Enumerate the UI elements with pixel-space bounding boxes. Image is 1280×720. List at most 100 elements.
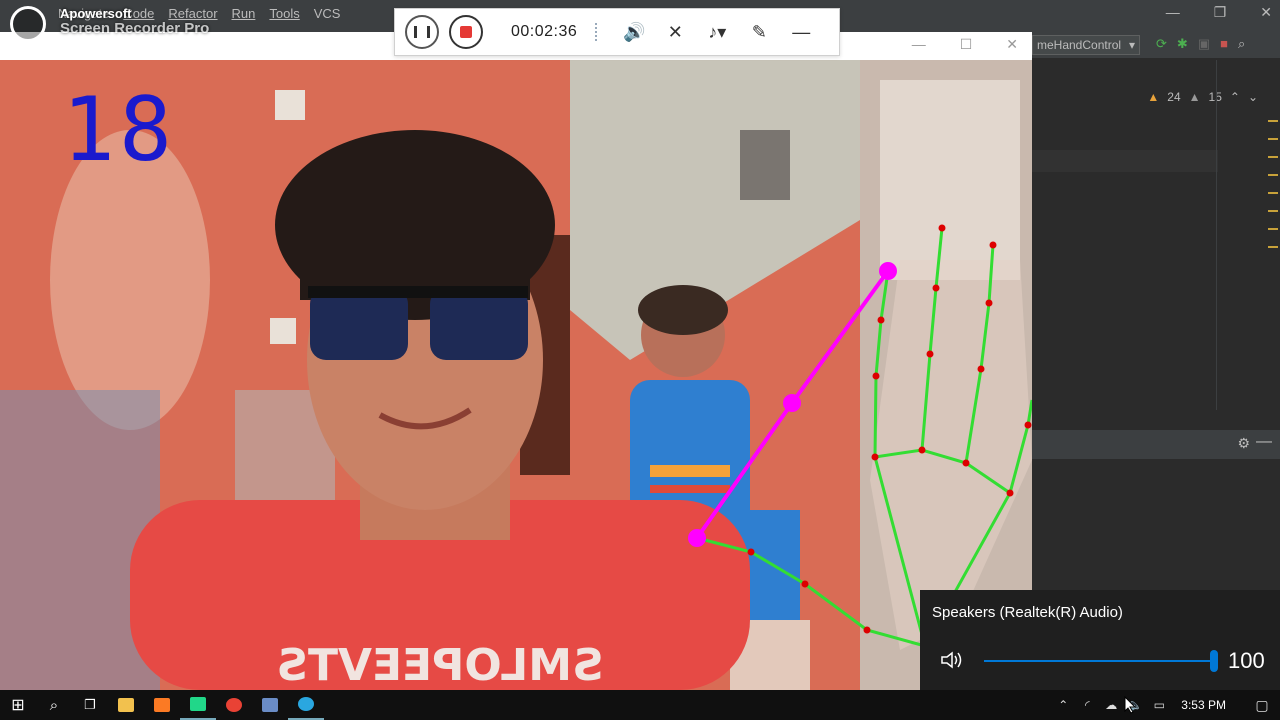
joint — [1024, 421, 1032, 429]
speaker-icon[interactable]: 🔊 — [623, 22, 645, 43]
hide-icon[interactable]: — — [1256, 433, 1272, 451]
audio-device-name[interactable]: Speakers (Realtek(R) Audio) — [932, 604, 1123, 621]
volume-flyout: Speakers (Realtek(R) Audio) 100 — [920, 590, 1280, 690]
restore-icon[interactable]: ❐ — [1214, 4, 1227, 21]
rerun-icon[interactable]: ⟳ — [1156, 36, 1167, 52]
taskbar-clock[interactable]: 3:53 PM — [1181, 698, 1226, 712]
minimize-icon[interactable]: — — [791, 22, 811, 43]
camera-window-controls: — ☐ ✕ — [912, 36, 1018, 53]
sunglass-frame — [308, 286, 528, 298]
child-hair — [638, 285, 728, 335]
joint — [747, 548, 755, 556]
stop-icon[interactable]: ■ — [1220, 36, 1228, 52]
mic-off-icon[interactable]: ✕ — [665, 22, 685, 43]
joint — [918, 446, 926, 454]
current-line-highlight — [1032, 150, 1218, 172]
stripe-mark[interactable] — [1268, 228, 1278, 230]
shirt-stripe — [650, 485, 730, 493]
recorder-brand: Apowersoft — [60, 6, 132, 21]
editor-divider — [1216, 60, 1217, 410]
mouse-cursor-icon — [1124, 696, 1136, 714]
system-tray: ⌃ ◜ ☁ 🔈 ▭ 3:53 PM ▢ — [1051, 690, 1280, 720]
stripe-mark[interactable] — [1268, 210, 1278, 212]
weak-warning-icon: ▲ — [1188, 90, 1201, 104]
code-editor[interactable]: ▲24 ▲15 ⌃ ⌄ — [1032, 60, 1280, 430]
notifications-icon[interactable]: ▢ — [1244, 697, 1280, 714]
chrome-icon[interactable] — [216, 690, 252, 720]
battery-icon[interactable]: ▭ — [1147, 698, 1171, 712]
recorder-product: Screen Recorder Pro — [60, 20, 210, 37]
xampp-icon[interactable] — [144, 690, 180, 720]
maximize-icon[interactable]: ☐ — [960, 36, 973, 53]
switchboard — [270, 318, 296, 344]
stripe-mark[interactable] — [1268, 156, 1278, 158]
tool-window-header: ⚙ — — [1032, 431, 1280, 459]
joint — [938, 224, 946, 232]
camera-feed: SMLOPEEVTS 18 — [0, 60, 1032, 690]
search-icon[interactable]: ⌕ — [36, 690, 72, 720]
error-stripe[interactable] — [1268, 120, 1278, 264]
sunglass-left — [310, 288, 408, 360]
joint — [872, 372, 880, 380]
screen-recorder-icon[interactable] — [288, 690, 324, 720]
recorder-watermark: Apowersoft Screen Recorder Pro — [4, 4, 304, 42]
coverage-icon[interactable]: ▣ — [1198, 36, 1210, 52]
chevron-down-icon[interactable]: ⌄ — [1248, 90, 1258, 104]
ide-toolbar: meHandControl ▾ ⟳ ✱ ▣ ■ ⌕ — [1032, 32, 1280, 58]
chevron-up-icon[interactable]: ⌃ — [1051, 698, 1075, 712]
joint — [1006, 489, 1014, 497]
speaker-icon[interactable] — [940, 650, 966, 670]
window-glare — [880, 80, 1020, 280]
minimize-icon[interactable]: — — [1166, 4, 1180, 21]
volume-value: 100 — [1228, 648, 1265, 673]
debug-icon[interactable]: ✱ — [1177, 36, 1188, 52]
stripe-mark[interactable] — [1268, 174, 1278, 176]
stripe-mark[interactable] — [1268, 120, 1278, 122]
joint — [985, 299, 993, 307]
run-tool-window: ⚙ — — [1032, 430, 1280, 600]
windows-start-icon[interactable]: ⊞ — [0, 690, 36, 720]
taskbar-app-icon[interactable] — [252, 690, 288, 720]
task-view-icon[interactable]: ❐ — [72, 690, 108, 720]
chevron-up-icon[interactable]: ⌃ — [1230, 90, 1240, 104]
wall-socket — [275, 90, 305, 120]
minimize-icon[interactable]: — — [912, 36, 926, 53]
wall-fixture — [740, 130, 790, 200]
stop-button[interactable] — [449, 15, 483, 49]
gear-icon[interactable]: ⚙ — [1237, 435, 1250, 452]
system-audio-icon[interactable]: ♪▾ — [707, 22, 727, 43]
menu-vcs[interactable]: VCS — [314, 6, 341, 21]
warning-icon: ▲ — [1147, 90, 1160, 104]
inspection-widget[interactable]: ▲24 ▲15 ⌃ ⌄ — [1147, 90, 1258, 104]
camera-window: — ☐ ✕ SMLOPEEVTS 18 — [0, 32, 1032, 690]
pause-button[interactable] — [405, 15, 439, 49]
recorder-logo-icon — [10, 6, 46, 42]
close-icon[interactable]: ✕ — [1260, 4, 1272, 21]
stripe-mark[interactable] — [1268, 138, 1278, 140]
toolbar-divider — [595, 23, 601, 41]
pycharm-icon[interactable] — [180, 690, 216, 720]
joint — [877, 316, 885, 324]
joint — [801, 580, 809, 588]
volume-slider-thumb[interactable] — [1210, 650, 1218, 672]
close-icon[interactable]: ✕ — [1006, 36, 1018, 53]
file-explorer-icon[interactable] — [108, 690, 144, 720]
stripe-mark[interactable] — [1268, 192, 1278, 194]
wifi-icon[interactable]: ◜ — [1075, 698, 1099, 712]
stripe-mark[interactable] — [1268, 246, 1278, 248]
sunglass-right — [430, 288, 528, 360]
warning-count: 24 — [1167, 90, 1181, 104]
finger-count-display: 18 — [62, 78, 176, 181]
onedrive-icon[interactable]: ☁ — [1099, 698, 1123, 712]
joint — [977, 365, 985, 373]
shirt-print: SMLOPEEVTS — [276, 640, 603, 690]
shirt-stripe — [650, 465, 730, 477]
volume-slider-track[interactable] — [984, 660, 1214, 662]
ide-window-controls: — ❐ ✕ — [1166, 4, 1272, 21]
chevron-down-icon: ▾ — [1128, 38, 1135, 52]
search-everywhere-icon[interactable]: ⌕ — [1238, 36, 1245, 52]
midpoint-marker — [783, 394, 801, 412]
pen-icon[interactable]: ✎ — [749, 22, 769, 43]
run-configuration-select[interactable]: meHandControl ▾ — [1032, 35, 1140, 55]
run-config-label: meHandControl — [1037, 38, 1122, 52]
